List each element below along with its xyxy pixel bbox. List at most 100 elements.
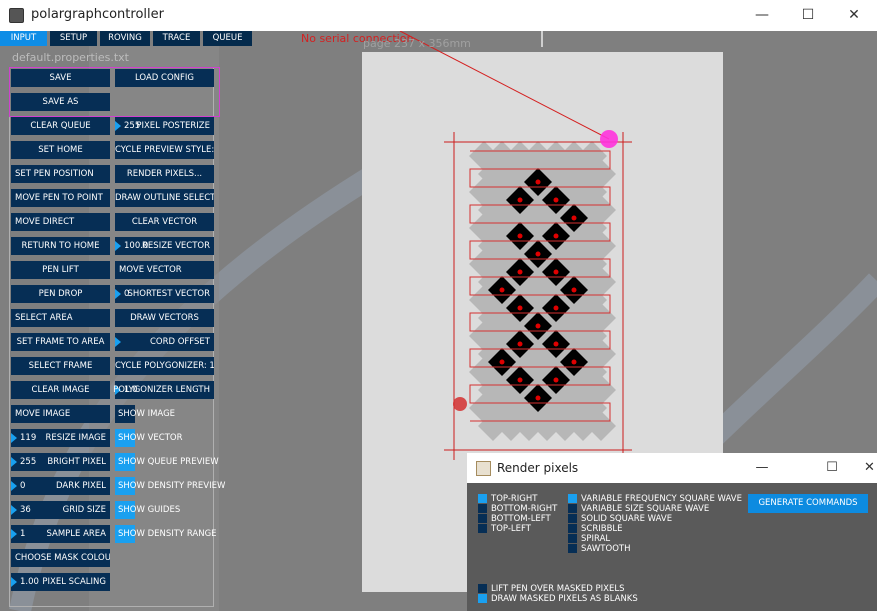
set-frame-to-area-button[interactable]: SET FRAME TO AREA (11, 333, 110, 351)
save-as-button[interactable]: SAVE AS (11, 93, 110, 111)
style-variable-size-option[interactable]: VARIABLE SIZE SQUARE WAVE (568, 504, 709, 514)
tab-setup[interactable]: SETUP (50, 31, 98, 46)
cord-offset-field[interactable]: CORD OFFSET (115, 333, 214, 351)
clear-vector-button[interactable]: CLEAR VECTOR (115, 213, 214, 231)
clear-queue-button[interactable]: CLEAR QUEUE (11, 117, 110, 135)
draw-vectors-button[interactable]: DRAW VECTORS (115, 309, 214, 327)
resize-image-field[interactable]: 119 RESIZE IMAGE (11, 429, 110, 447)
pen-point (517, 197, 523, 203)
set-home-button[interactable]: SET HOME (11, 141, 110, 159)
grid-size-field[interactable]: 36 GRID SIZE (11, 501, 110, 519)
draw-outline-selected-button[interactable]: DRAW OUTLINE SELECTED (115, 189, 214, 207)
pixel-posterize-field[interactable]: 255 PIXEL POSTERIZE (115, 117, 214, 135)
sample-area-field[interactable]: 1 SAMPLE AREA (11, 525, 110, 543)
move-vector-button[interactable]: MOVE VECTOR (115, 261, 214, 279)
pen-point (553, 269, 559, 275)
decrement-arrow-icon (11, 433, 17, 443)
decrement-arrow-icon (115, 337, 121, 347)
select-area-button[interactable]: SELECT AREA (11, 309, 110, 327)
clear-image-button[interactable]: CLEAR IMAGE (11, 381, 110, 399)
pen-drop-button[interactable]: PEN DROP (11, 285, 110, 303)
pen-point (517, 341, 523, 347)
shortest-vector-field[interactable]: 0 SHORTEST VECTOR (115, 285, 214, 303)
checkbox-icon (568, 544, 577, 553)
close-button[interactable]: ✕ (831, 0, 877, 31)
checkbox-icon (478, 584, 487, 593)
pen-point (499, 287, 505, 293)
corner-bottom-right-option[interactable]: BOTTOM-RIGHT (478, 504, 557, 514)
show-density-preview-toggle[interactable]: SHOW DENSITY PREVIEW (115, 477, 225, 495)
window-title: polargraphcontroller (31, 7, 164, 22)
corner-top-left-option[interactable]: TOP-LEFT (478, 524, 531, 534)
pen-point (517, 233, 523, 239)
window-titlebar: polargraphcontroller — ☐ ✕ (0, 0, 877, 31)
pen-point (499, 359, 505, 365)
checkbox-icon (568, 504, 577, 513)
pen-point (571, 287, 577, 293)
style-solid-square-option[interactable]: SOLID SQUARE WAVE (568, 514, 672, 524)
pen-point (553, 305, 559, 311)
move-pen-to-point-button[interactable]: MOVE PEN TO POINT (11, 189, 110, 207)
pen-point (517, 377, 523, 383)
pen-lift-button[interactable]: PEN LIFT (11, 261, 110, 279)
home-marker (453, 397, 467, 411)
style-sawtooth-option[interactable]: SAWTOOTH (568, 544, 630, 554)
cycle-polygonizer-button[interactable]: CYCLE POLYGONIZER: 1 (115, 357, 214, 375)
set-pen-position-button[interactable]: SET PEN POSITION (11, 165, 110, 183)
checkbox-icon (478, 524, 487, 533)
show-image-toggle[interactable]: SHOW IMAGE (115, 405, 175, 423)
dialog-titlebar: Render pixels — ☐ ✕ (467, 453, 877, 483)
maximize-button[interactable]: ☐ (785, 0, 831, 31)
checkbox-icon (478, 494, 487, 503)
pen-point (571, 359, 577, 365)
pen-point (571, 215, 577, 221)
show-density-range-toggle[interactable]: SHOW DENSITY RANGE (115, 525, 217, 543)
pen-point (553, 341, 559, 347)
pen-point (517, 305, 523, 311)
tab-trace[interactable]: TRACE (153, 31, 201, 46)
show-queue-preview-toggle[interactable]: SHOW QUEUE PREVIEW (115, 453, 219, 471)
dialog-maximize-button[interactable]: ☐ (812, 453, 852, 483)
checkbox-icon (478, 504, 487, 513)
dialog-close-button[interactable]: ✕ (862, 453, 877, 483)
style-variable-frequency-option[interactable]: VARIABLE FREQUENCY SQUARE WAVE (568, 494, 742, 504)
app-icon (9, 8, 24, 23)
bright-pixel-field[interactable]: 255 BRIGHT PIXEL (11, 453, 110, 471)
move-image-button[interactable]: MOVE IMAGE (11, 405, 110, 423)
draw-masked-blanks-option[interactable]: DRAW MASKED PIXELS AS BLANKS (478, 594, 638, 604)
lift-pen-masked-option[interactable]: LIFT PEN OVER MASKED PIXELS (478, 584, 624, 594)
polygonizer-length-field[interactable]: 1.0 POLYGONIZER LENGTH (113, 381, 214, 399)
minimize-button[interactable]: — (739, 0, 785, 31)
pen-point (535, 395, 541, 401)
decrement-arrow-icon (115, 241, 121, 251)
resize-vector-field[interactable]: 100.0 RESIZE VECTOR (115, 237, 214, 255)
pen-point (553, 197, 559, 203)
return-to-home-button[interactable]: RETURN TO HOME (11, 237, 110, 255)
decrement-arrow-icon (115, 121, 121, 131)
tab-roving[interactable]: ROVING (100, 31, 151, 46)
decrement-arrow-icon (115, 289, 121, 299)
load-config-button[interactable]: LOAD CONFIG (115, 69, 214, 87)
show-guides-toggle[interactable]: SHOW GUIDES (115, 501, 180, 519)
decrement-arrow-icon (11, 505, 17, 515)
corner-bottom-left-option[interactable]: BOTTOM-LEFT (478, 514, 551, 524)
choose-mask-colour-button[interactable]: CHOOSE MASK COLOUR (11, 549, 110, 567)
select-frame-button[interactable]: SELECT FRAME (11, 357, 110, 375)
pixel-scaling-field[interactable]: 1.00 PIXEL SCALING (11, 573, 110, 591)
java-icon (476, 461, 491, 476)
show-vector-toggle[interactable]: SHOW VECTOR (115, 429, 183, 447)
generate-commands-button[interactable]: GENERATE COMMANDS (748, 494, 868, 513)
cycle-preview-style-button[interactable]: CYCLE PREVIEW STYLE: 1 (115, 141, 214, 159)
checkbox-icon (478, 514, 487, 523)
style-scribble-option[interactable]: SCRIBBLE (568, 524, 623, 534)
style-spiral-option[interactable]: SPIRAL (568, 534, 610, 544)
dark-pixel-field[interactable]: 0 DARK PIXEL (11, 477, 110, 495)
save-button[interactable]: SAVE (11, 69, 110, 87)
checkbox-icon (568, 494, 577, 503)
dialog-minimize-button[interactable]: — (742, 453, 782, 483)
render-pixels-button[interactable]: RENDER PIXELS... (115, 165, 214, 183)
tab-queue[interactable]: QUEUE (203, 31, 253, 46)
corner-top-right-option[interactable]: TOP-RIGHT (478, 494, 537, 504)
move-direct-button[interactable]: MOVE DIRECT (11, 213, 110, 231)
tab-input[interactable]: INPUT (0, 31, 48, 46)
